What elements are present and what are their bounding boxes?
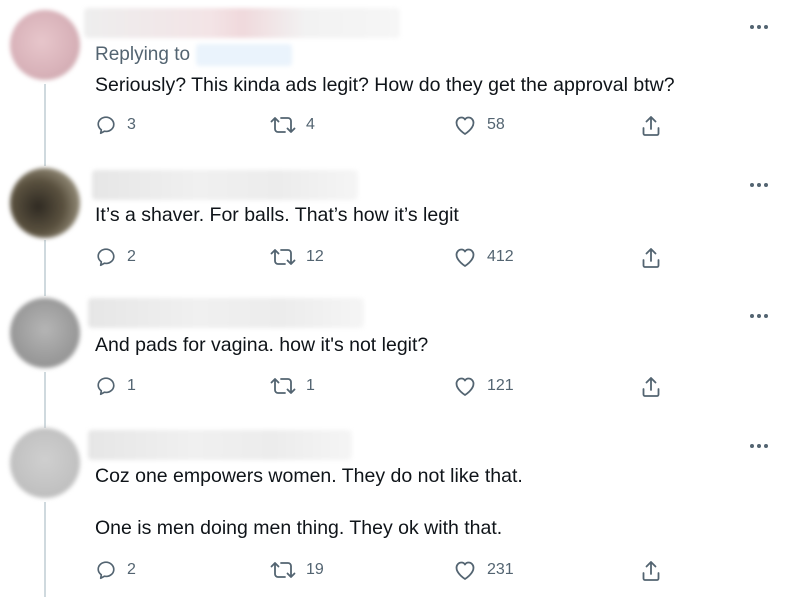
- retweet-button[interactable]: 12: [270, 246, 324, 268]
- reply-icon: [97, 561, 115, 580]
- like-button[interactable]: 58: [453, 114, 505, 136]
- avatar[interactable]: [10, 428, 80, 498]
- retweet-icon: [270, 378, 296, 394]
- more-icon: [750, 25, 754, 29]
- like-button[interactable]: 412: [453, 246, 514, 268]
- tweet-actions: 2 19 231: [95, 559, 675, 585]
- retweet-icon: [270, 249, 296, 265]
- like-count: 412: [487, 248, 514, 265]
- tweet[interactable]: Replying to Seriously? This kinda ads le…: [0, 0, 800, 160]
- tweet[interactable]: Coz one empowers women. They do not like…: [0, 420, 800, 597]
- tweet-text-line: One is men doing men thing. They ok with…: [95, 517, 503, 539]
- tweet-text-line: Coz one empowers women. They do not like…: [95, 465, 523, 487]
- replying-to: Replying to: [95, 44, 293, 66]
- reply-icon: [97, 116, 115, 135]
- retweet-button[interactable]: 4: [270, 114, 315, 136]
- reply-button[interactable]: 1: [95, 375, 136, 397]
- retweet-count: 1: [306, 377, 315, 394]
- more-icon: [750, 314, 754, 318]
- more-icon: [750, 183, 754, 187]
- share-button[interactable]: [640, 114, 662, 138]
- reply-count: 2: [127, 248, 136, 265]
- more-icon-dot: [764, 25, 768, 29]
- retweet-button[interactable]: 19: [270, 559, 324, 581]
- tweet-actions: 1 1 121: [95, 375, 675, 401]
- share-button[interactable]: [640, 246, 662, 270]
- tweet[interactable]: And pads for vagina. how it's not legit?…: [0, 290, 800, 420]
- like-button[interactable]: 121: [453, 375, 514, 397]
- avatar[interactable]: [10, 10, 80, 80]
- author-name[interactable]: [92, 170, 358, 200]
- replying-to-handle[interactable]: [196, 44, 293, 66]
- more-icon-dot: [757, 314, 761, 318]
- avatar[interactable]: [10, 168, 80, 238]
- more-options-button[interactable]: [750, 441, 772, 451]
- like-icon: [455, 116, 475, 135]
- like-count: 231: [487, 561, 514, 578]
- tweet-text: Seriously? This kinda ads legit? How do …: [95, 74, 675, 96]
- like-icon: [455, 248, 475, 267]
- reply-count: 3: [127, 116, 136, 133]
- like-count: 121: [487, 377, 514, 394]
- like-icon: [455, 561, 475, 580]
- tweet-text: It’s a shaver. For balls. That’s how it’…: [95, 204, 459, 226]
- tweet-actions: 2 12 412: [95, 246, 675, 272]
- reply-button[interactable]: 2: [95, 246, 136, 268]
- reply-count: 2: [127, 561, 136, 578]
- reply-button[interactable]: 3: [95, 114, 136, 136]
- share-icon: [642, 561, 660, 581]
- reply-icon: [97, 248, 115, 267]
- like-icon: [455, 377, 475, 396]
- more-icon-dot: [764, 444, 768, 448]
- retweet-count: 12: [306, 248, 324, 265]
- more-options-button[interactable]: [750, 311, 772, 321]
- retweet-count: 19: [306, 561, 324, 578]
- author-name[interactable]: [88, 298, 364, 328]
- share-button[interactable]: [640, 375, 662, 399]
- more-options-button[interactable]: [750, 180, 772, 190]
- more-icon-dot: [764, 183, 768, 187]
- reply-thread: Replying to Seriously? This kinda ads le…: [0, 0, 800, 597]
- reply-button[interactable]: 2: [95, 559, 136, 581]
- reply-count: 1: [127, 377, 136, 394]
- like-count: 58: [487, 116, 505, 133]
- share-icon: [642, 116, 660, 136]
- tweet[interactable]: It’s a shaver. For balls. That’s how it’…: [0, 160, 800, 290]
- reply-icon: [97, 377, 115, 396]
- retweet-count: 4: [306, 116, 315, 133]
- author-name[interactable]: [84, 8, 400, 38]
- share-button[interactable]: [640, 559, 662, 583]
- avatar[interactable]: [10, 298, 80, 368]
- share-icon: [642, 248, 660, 268]
- more-icon-dot: [757, 183, 761, 187]
- more-icon-dot: [764, 314, 768, 318]
- tweet-actions: 3 4 58: [95, 114, 675, 140]
- more-options-button[interactable]: [750, 22, 772, 32]
- share-icon: [642, 377, 660, 397]
- more-icon-dot: [757, 25, 761, 29]
- author-name[interactable]: [88, 430, 352, 460]
- retweet-icon: [270, 562, 296, 578]
- more-icon-dot: [757, 444, 761, 448]
- like-button[interactable]: 231: [453, 559, 514, 581]
- replying-to-label: Replying to: [95, 44, 191, 65]
- tweet-text: And pads for vagina. how it's not legit?: [95, 334, 429, 356]
- retweet-icon: [270, 117, 296, 133]
- more-icon: [750, 444, 754, 448]
- retweet-button[interactable]: 1: [270, 375, 315, 397]
